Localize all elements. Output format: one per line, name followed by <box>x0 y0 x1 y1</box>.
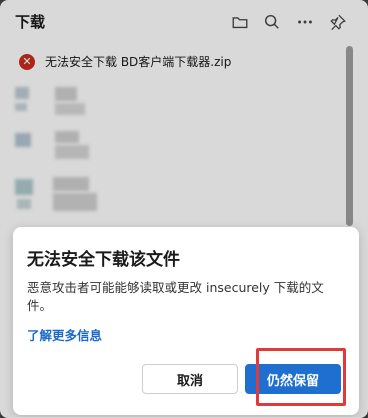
keep-anyway-button[interactable]: 仍然保留 <box>245 364 341 394</box>
search-icon[interactable] <box>261 11 283 33</box>
panel-header: 下载 <box>1 1 367 43</box>
scrollbar[interactable] <box>346 46 353 226</box>
download-item[interactable]: ✕ 无法安全下载 BD客户端下载器.zip <box>19 53 231 70</box>
download-item-name: 无法安全下载 BD客户端下载器.zip <box>45 55 232 69</box>
panel-title: 下载 <box>15 13 46 31</box>
dialog-title: 无法安全下载该文件 <box>27 250 180 270</box>
pin-icon[interactable] <box>327 11 349 33</box>
insecure-download-dialog: 无法安全下载该文件 恶意攻击者可能能够读取或更改 insecurely 下载的文… <box>13 227 359 415</box>
more-icon[interactable] <box>294 11 316 33</box>
cancel-button[interactable]: 取消 <box>142 364 238 394</box>
downloads-panel: 下载 ✕ 无法安全下载 BD客户端下载器.zip 无法安全下载该文件 恶意攻击者… <box>0 0 368 418</box>
learn-more-link[interactable]: 了解更多信息 <box>27 325 102 344</box>
folder-icon[interactable] <box>229 11 251 33</box>
error-icon: ✕ <box>19 53 35 70</box>
dialog-message: 恶意攻击者可能能够读取或更改 insecurely 下载的文件。 <box>27 280 324 313</box>
